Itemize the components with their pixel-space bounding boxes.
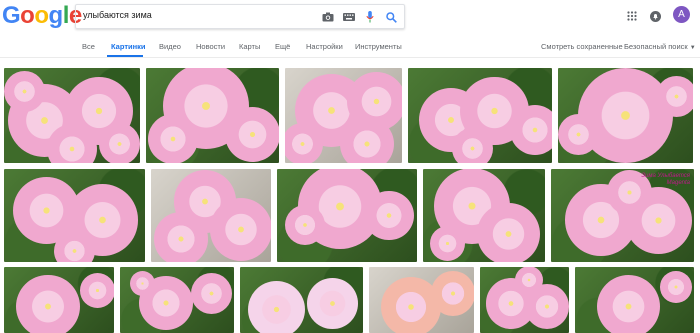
violet-flower-cluster <box>558 113 599 155</box>
violet-flower-cluster <box>154 211 208 262</box>
image-result-thumbnail[interactable] <box>240 267 363 333</box>
violet-flower-cluster <box>225 107 279 162</box>
image-result-thumbnail[interactable] <box>480 267 569 333</box>
violet-flower-cluster <box>284 204 326 245</box>
violet-flower-cluster <box>147 114 198 163</box>
violet-flower-cluster <box>660 270 692 303</box>
violet-flower-cluster <box>364 190 414 241</box>
violet-flower-cluster <box>656 75 693 117</box>
violet-flower-cluster <box>477 202 540 262</box>
image-result-thumbnail[interactable] <box>423 169 545 262</box>
image-result-thumbnail[interactable] <box>285 68 402 163</box>
image-result-thumbnail[interactable] <box>558 68 693 163</box>
violet-flower-cluster <box>452 128 494 163</box>
violet-flower-cluster <box>596 274 661 333</box>
image-result-thumbnail[interactable] <box>151 169 271 262</box>
violet-flower-cluster <box>509 104 552 155</box>
image-result-thumbnail[interactable] <box>4 169 145 262</box>
image-result-thumbnail[interactable] <box>120 267 234 333</box>
image-result-thumbnail[interactable] <box>277 169 417 262</box>
image-result-thumbnail[interactable]: Зима Улыбается Magenta <box>551 169 694 262</box>
image-result-thumbnail[interactable] <box>4 267 114 333</box>
violet-flower-cluster <box>209 198 271 261</box>
image-result-thumbnail[interactable] <box>408 68 552 163</box>
violet-flower-cluster <box>285 123 324 163</box>
violet-flower-cluster <box>190 272 232 314</box>
violet-flower-cluster <box>306 277 358 329</box>
violet-flower-cluster <box>54 230 95 262</box>
image-result-thumbnail[interactable] <box>575 267 694 333</box>
violet-flower-cluster <box>4 71 45 113</box>
violet-flower-cluster <box>16 274 80 333</box>
image-result-thumbnail[interactable] <box>4 68 140 163</box>
violet-flower-cluster <box>99 123 140 163</box>
violet-flower-cluster <box>430 271 474 316</box>
image-results-grid: Зима Улыбается Magenta <box>0 0 700 333</box>
image-result-thumbnail[interactable] <box>369 267 474 333</box>
violet-flower-cluster <box>248 281 306 333</box>
violet-flower-cluster <box>80 272 114 308</box>
image-watermark: Зима Улыбается Magenta <box>641 173 690 186</box>
image-result-thumbnail[interactable] <box>146 68 279 163</box>
